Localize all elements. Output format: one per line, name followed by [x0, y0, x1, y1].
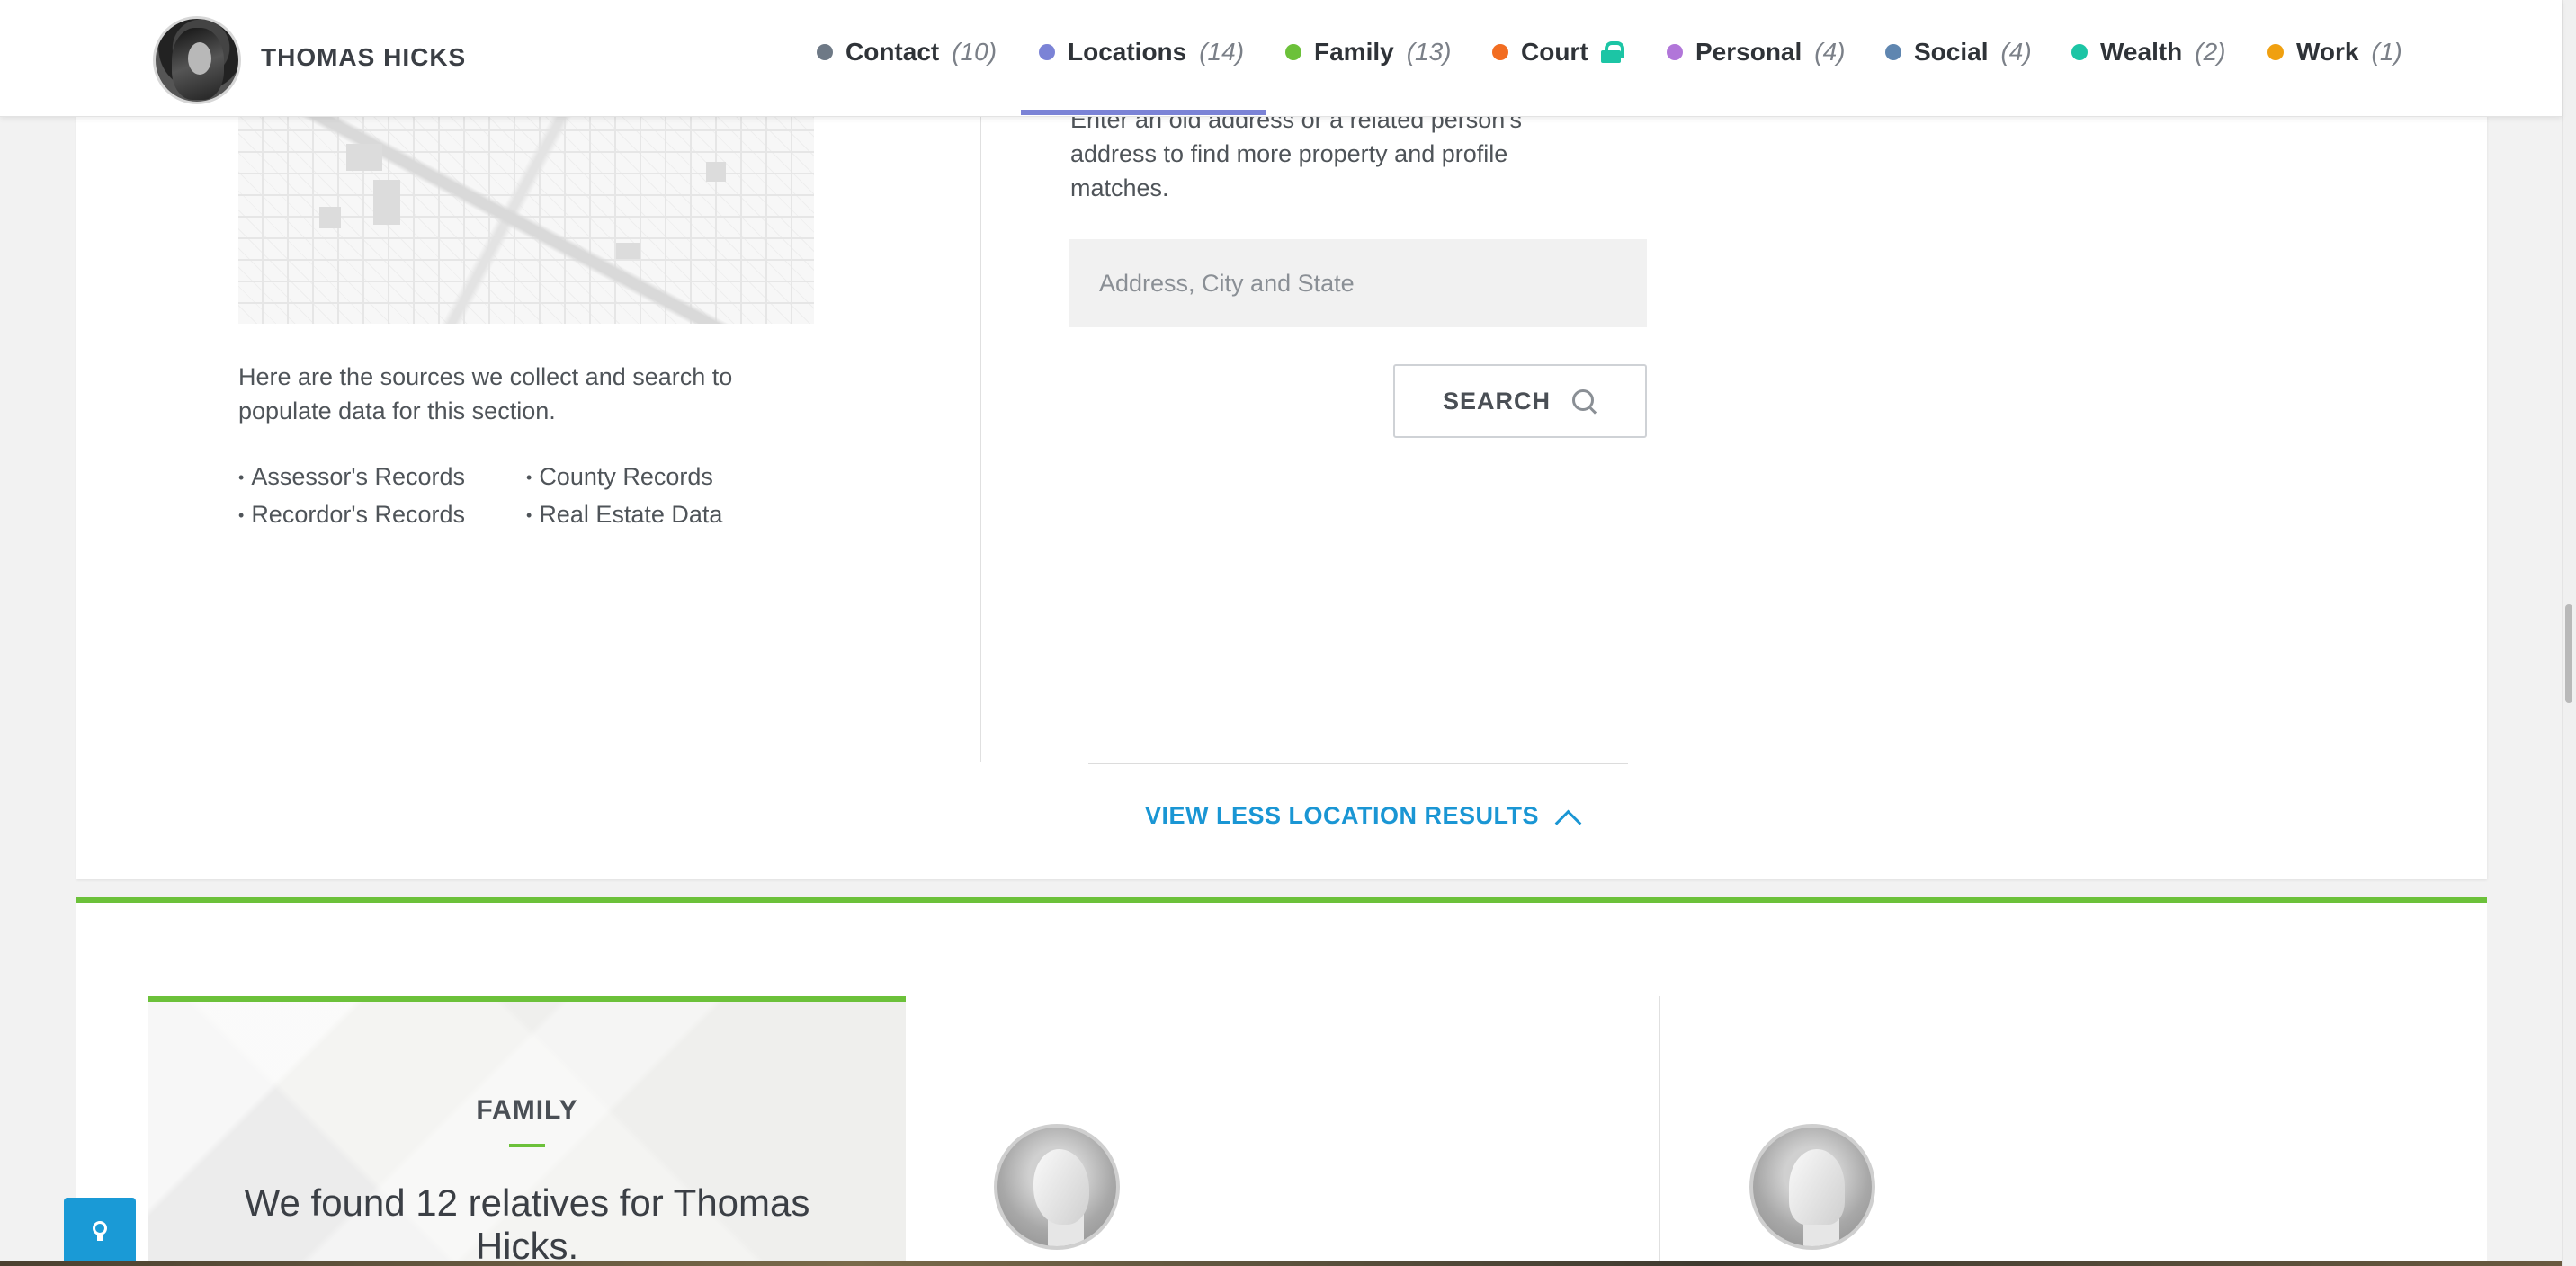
nav-item-court[interactable]: Court: [1492, 38, 1624, 67]
work-dot-icon: [2267, 44, 2284, 60]
source-item: Recordor's Records: [238, 498, 526, 534]
search-icon: [1570, 388, 1597, 415]
family-panel: FAMILY We found 12 relatives for Thomas …: [76, 897, 2487, 1266]
chevron-up-icon: [1557, 812, 1577, 832]
address-help-text: Enter an old address or a related person…: [1070, 106, 1522, 201]
scrollbar-thumb[interactable]: [2565, 604, 2572, 703]
locations-dot-icon: [1039, 44, 1055, 60]
background-strip: [0, 1261, 2562, 1266]
address-search-input[interactable]: [1069, 239, 1647, 327]
nav-item-personal[interactable]: Personal (4): [1667, 38, 1846, 67]
nav-item-contact[interactable]: Contact (10): [817, 38, 997, 67]
social-dot-icon: [1885, 44, 1901, 60]
nav-item-wealth[interactable]: Wealth (2): [2071, 38, 2226, 67]
source-item: Real Estate Data: [526, 498, 814, 534]
locations-map-image: [238, 108, 814, 324]
sources-list: Assessor's Records County Records Record…: [238, 460, 832, 534]
view-less-location-results-link[interactable]: VIEW LESS LOCATION RESULTS: [1145, 802, 1577, 830]
nav-item-social[interactable]: Social (4): [1885, 38, 2032, 67]
profile-avatar: [153, 16, 241, 104]
wealth-dot-icon: [2071, 44, 2088, 60]
nav-item-locations[interactable]: Locations (14): [1039, 38, 1244, 67]
family-dot-icon: [1285, 44, 1301, 60]
contact-dot-icon: [817, 44, 833, 60]
section-divider: [1088, 763, 1628, 764]
source-item: Assessor's Records: [238, 460, 526, 496]
relative-avatar-male[interactable]: [994, 1124, 1120, 1250]
nav-item-work[interactable]: Work (1): [2267, 38, 2402, 67]
column-divider: [1659, 996, 1660, 1266]
search-button-label: SEARCH: [1442, 387, 1551, 415]
tips-button[interactable]: [64, 1198, 136, 1266]
lock-icon: [1600, 41, 1624, 63]
view-less-label: VIEW LESS LOCATION RESULTS: [1145, 802, 1540, 829]
lightbulb-icon: [93, 1221, 107, 1243]
source-item: County Records: [526, 460, 814, 496]
court-dot-icon: [1492, 44, 1508, 60]
family-heading: FAMILY: [476, 1095, 578, 1125]
sources-intro: Here are the sources we collect and sear…: [238, 363, 733, 424]
search-button[interactable]: SEARCH: [1393, 364, 1647, 438]
locations-panel: Here are the sources we collect and sear…: [76, 0, 2487, 879]
family-heading-rule: [509, 1144, 545, 1147]
family-summary-text: We found 12 relatives for Thomas Hicks.: [244, 1181, 810, 1266]
profile-header: THOMAS HICKS Contact (10) Locations (14)…: [0, 0, 2562, 117]
family-summary-card: FAMILY We found 12 relatives for Thomas …: [148, 996, 906, 1266]
active-tab-indicator: [1021, 110, 1266, 115]
personal-dot-icon: [1667, 44, 1683, 60]
column-divider: [980, 117, 981, 762]
relative-avatar-female[interactable]: [1749, 1124, 1875, 1250]
nav-item-family[interactable]: Family (13): [1285, 38, 1452, 67]
profile-name: THOMAS HICKS: [261, 43, 467, 71]
